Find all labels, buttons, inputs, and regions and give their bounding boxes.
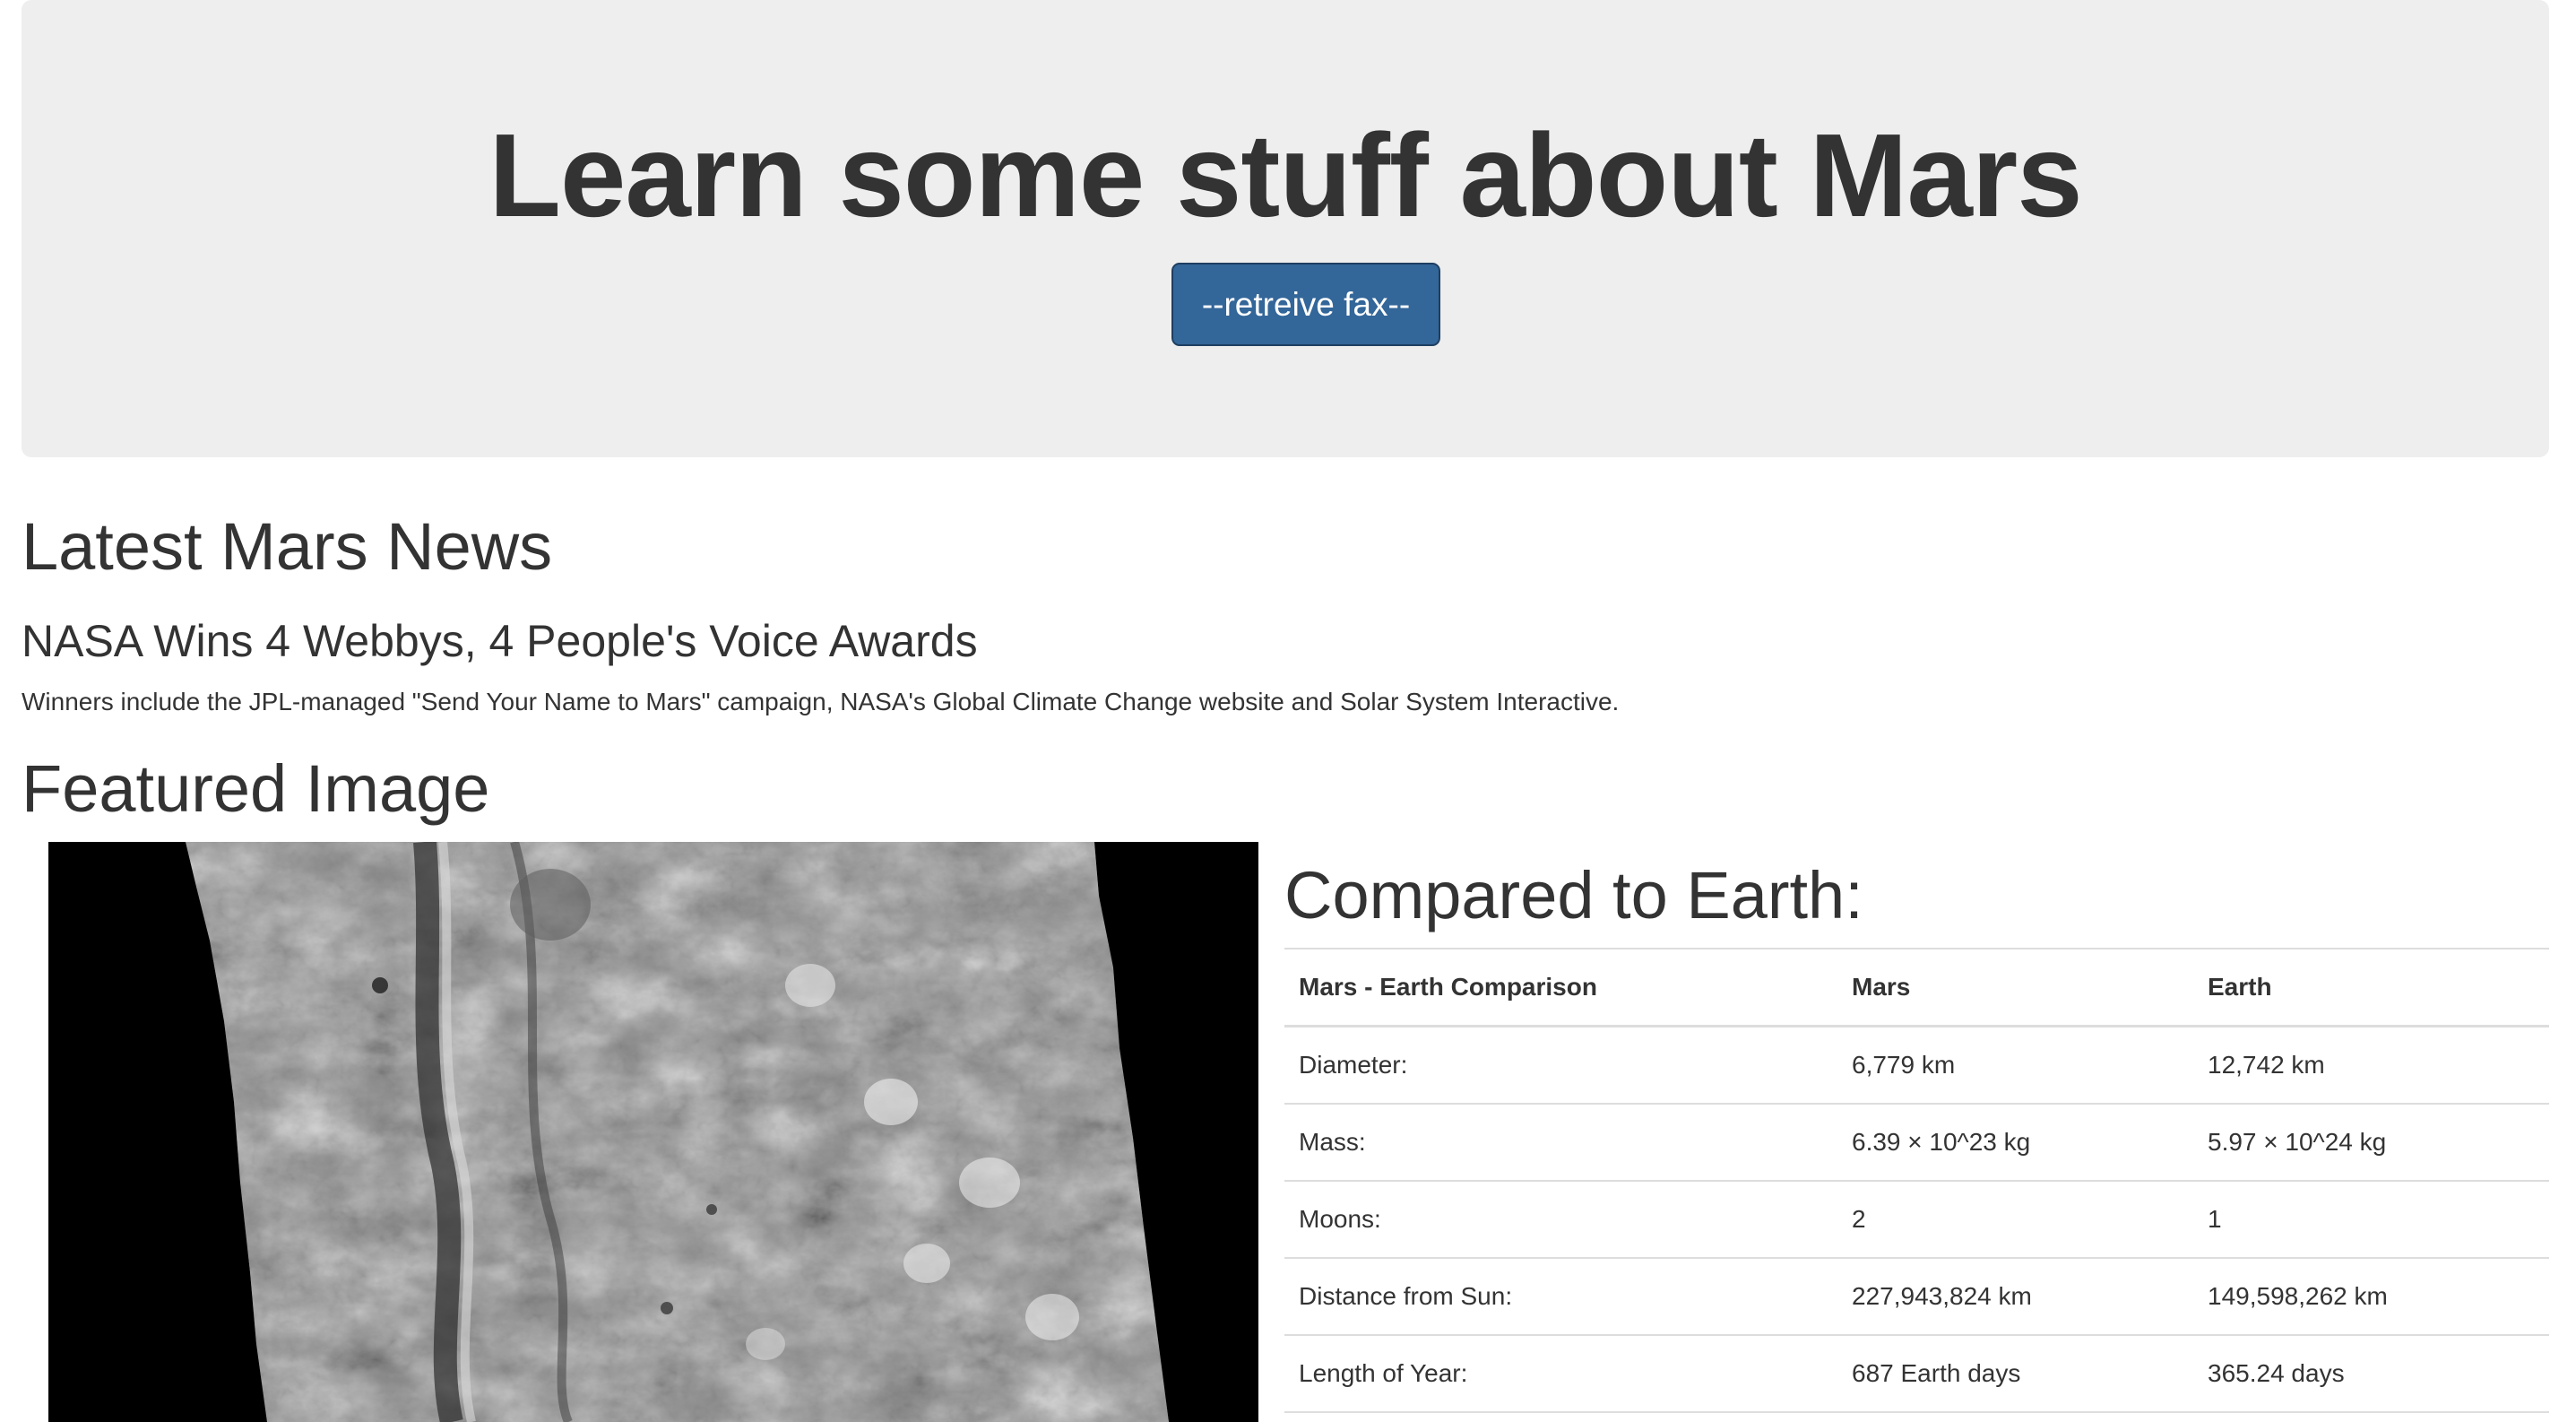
mars-earth-comparison-table: Mars - Earth Comparison Mars Earth Diame… bbox=[1284, 948, 2549, 1413]
table-cell: 687 Earth days bbox=[1837, 1334, 2193, 1413]
table-row: Moons: 2 1 bbox=[1284, 1180, 2549, 1258]
table-cell: 6.39 × 10^23 kg bbox=[1837, 1103, 2193, 1181]
mars-surface-photo bbox=[48, 842, 1258, 1422]
table-row: Mass: 6.39 × 10^23 kg 5.97 × 10^24 kg bbox=[1284, 1103, 2549, 1181]
column-header: Mars bbox=[1837, 948, 2193, 1027]
page: Learn some stuff about Mars --retreive f… bbox=[0, 0, 2576, 1422]
table-row: Diameter: 6,779 km 12,742 km bbox=[1284, 1025, 2549, 1104]
table-row: Length of Year: 687 Earth days 365.24 da… bbox=[1284, 1334, 2549, 1413]
table-cell: Mass: bbox=[1284, 1103, 1837, 1181]
table-cell: 2 bbox=[1837, 1180, 2193, 1258]
table-cell: 12,742 km bbox=[2193, 1025, 2549, 1104]
featured-image-title: Featured Image bbox=[22, 751, 490, 826]
table-cell: Distance from Sun: bbox=[1284, 1257, 1837, 1335]
table-header-row: Mars - Earth Comparison Mars Earth bbox=[1284, 948, 2549, 1027]
retrieve-facts-button[interactable]: --retreive fax-- bbox=[1171, 263, 1440, 346]
news-headline: NASA Wins 4 Webbys, 4 People's Voice Awa… bbox=[22, 616, 978, 666]
news-teaser: Winners include the JPL-managed "Send Yo… bbox=[22, 688, 1620, 715]
jumbotron: Learn some stuff about Mars --retreive f… bbox=[22, 0, 2549, 457]
table-cell: 5.97 × 10^24 kg bbox=[2193, 1103, 2549, 1181]
table-cell: Moons: bbox=[1284, 1180, 1837, 1258]
table-row: Distance from Sun: 227,943,824 km 149,59… bbox=[1284, 1257, 2549, 1335]
table-cell: Diameter: bbox=[1284, 1025, 1837, 1104]
page-title: Learn some stuff about Mars bbox=[488, 109, 2082, 241]
news-section-title: Latest Mars News bbox=[22, 509, 553, 584]
column-header: Earth bbox=[2193, 948, 2549, 1027]
table-cell: 6,779 km bbox=[1837, 1025, 2193, 1104]
table-cell: 1 bbox=[2193, 1180, 2549, 1258]
table-cell: 149,598,262 km bbox=[2193, 1257, 2549, 1335]
table-cell: 227,943,824 km bbox=[1837, 1257, 2193, 1335]
table-cell: Length of Year: bbox=[1284, 1334, 1837, 1413]
column-header: Mars - Earth Comparison bbox=[1284, 948, 1837, 1027]
featured-image bbox=[48, 842, 1258, 1422]
facts-section-title: Compared to Earth: bbox=[1284, 858, 1863, 932]
table-cell: 365.24 days bbox=[2193, 1334, 2549, 1413]
